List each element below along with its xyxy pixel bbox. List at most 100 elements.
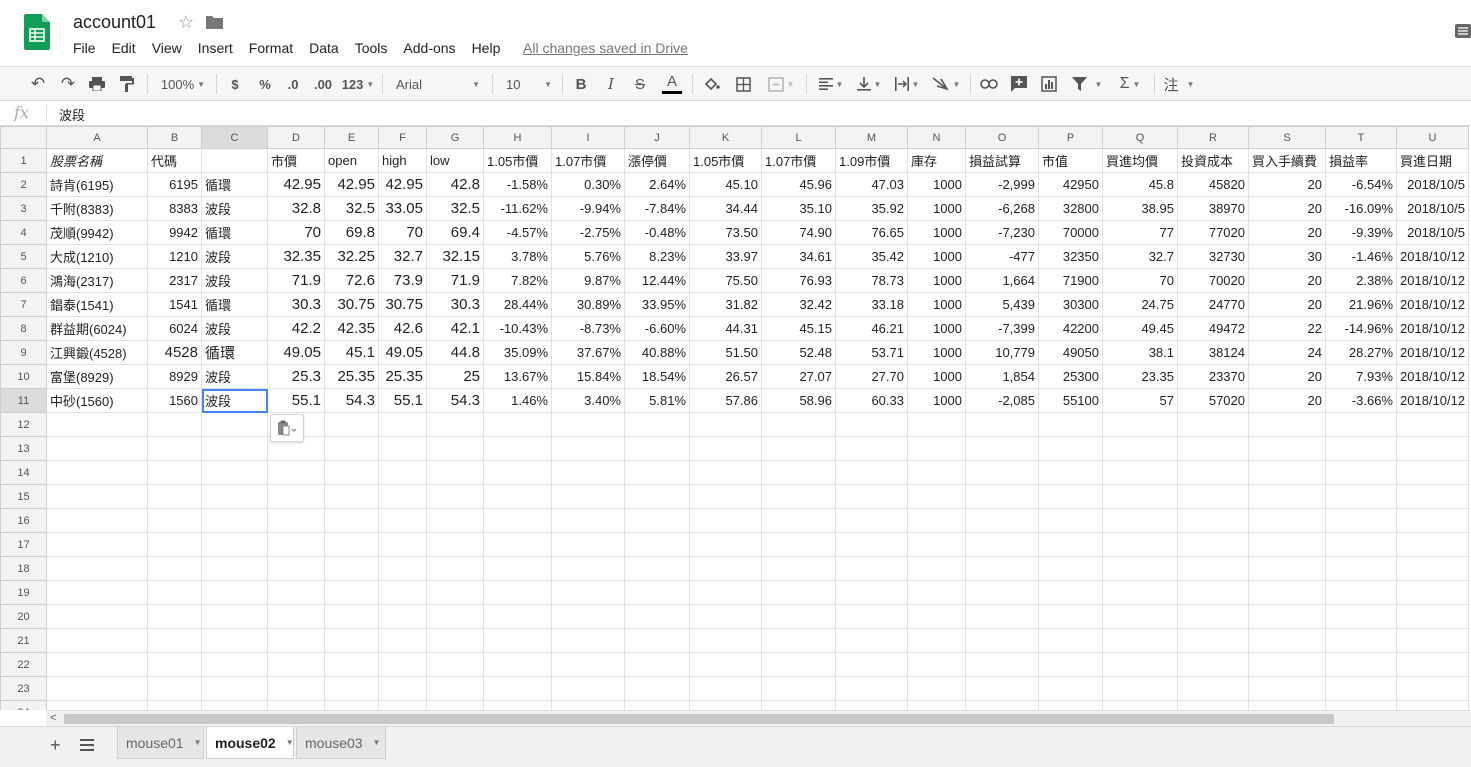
functions-icon[interactable]: Σ ▼ [1112, 67, 1148, 101]
empty-cell[interactable] [551, 676, 625, 701]
empty-cell[interactable] [965, 436, 1039, 461]
empty-cell[interactable] [483, 412, 552, 437]
data-cell[interactable]: 32.5 [324, 196, 379, 221]
empty-cell[interactable] [147, 412, 202, 437]
data-cell[interactable]: 1000 [907, 268, 966, 293]
header-cell[interactable]: 買入手續費 [1248, 148, 1326, 173]
empty-cell[interactable] [1248, 460, 1326, 485]
empty-cell[interactable] [1102, 412, 1178, 437]
empty-cell[interactable] [551, 436, 625, 461]
data-cell[interactable]: 69.4 [426, 220, 484, 245]
save-status[interactable]: All changes saved in Drive [523, 40, 688, 56]
data-cell[interactable]: 71.9 [426, 268, 484, 293]
empty-cell[interactable] [689, 412, 762, 437]
empty-cell[interactable] [1396, 460, 1469, 485]
empty-cell[interactable] [267, 604, 325, 629]
empty-cell[interactable] [483, 556, 552, 581]
data-cell[interactable]: 30.75 [324, 292, 379, 317]
empty-cell[interactable] [835, 700, 908, 710]
empty-cell[interactable] [1102, 700, 1178, 710]
data-cell[interactable]: 31.82 [689, 292, 762, 317]
empty-cell[interactable] [835, 508, 908, 533]
row-header-7[interactable]: 7 [0, 292, 47, 317]
data-cell[interactable]: 73.9 [378, 268, 427, 293]
empty-cell[interactable] [426, 700, 484, 710]
empty-cell[interactable] [1038, 412, 1103, 437]
data-cell[interactable]: 78.73 [835, 268, 908, 293]
data-cell[interactable]: -6,268 [965, 196, 1039, 221]
column-header-j[interactable]: J [624, 126, 690, 149]
data-cell[interactable]: 8383 [147, 196, 202, 221]
italic-button[interactable]: I [602, 67, 620, 101]
insert-chart-icon[interactable] [1038, 67, 1060, 101]
data-cell[interactable]: 32800 [1038, 196, 1103, 221]
empty-cell[interactable] [1325, 676, 1397, 701]
header-cell[interactable]: 1.05市價 [483, 148, 552, 173]
empty-cell[interactable] [46, 652, 148, 677]
add-sheet-icon[interactable]: + [50, 735, 61, 756]
empty-cell[interactable] [147, 700, 202, 710]
empty-cell[interactable] [1396, 508, 1469, 533]
empty-cell[interactable] [965, 412, 1039, 437]
empty-cell[interactable] [1038, 628, 1103, 653]
empty-cell[interactable] [46, 508, 148, 533]
data-cell[interactable]: 22 [1248, 316, 1326, 341]
data-cell[interactable]: 7.82% [483, 268, 552, 293]
empty-cell[interactable] [324, 676, 379, 701]
empty-cell[interactable] [1396, 436, 1469, 461]
data-cell[interactable]: 57020 [1177, 388, 1249, 413]
data-cell[interactable]: 49.05 [267, 340, 325, 365]
empty-cell[interactable] [1325, 532, 1397, 557]
empty-cell[interactable] [1325, 460, 1397, 485]
empty-cell[interactable] [1396, 676, 1469, 701]
empty-cell[interactable] [624, 604, 690, 629]
header-cell[interactable]: 1.09市價 [835, 148, 908, 173]
empty-cell[interactable] [761, 700, 836, 710]
empty-cell[interactable] [1325, 604, 1397, 629]
select-all-corner[interactable] [0, 126, 47, 149]
data-cell[interactable]: 44.31 [689, 316, 762, 341]
empty-cell[interactable] [1396, 652, 1469, 677]
empty-cell[interactable] [689, 580, 762, 605]
empty-cell[interactable] [147, 556, 202, 581]
data-cell[interactable]: 32.35 [267, 244, 325, 269]
empty-cell[interactable] [551, 580, 625, 605]
empty-cell[interactable] [378, 652, 427, 677]
data-cell[interactable]: -3.66% [1325, 388, 1397, 413]
column-header-d[interactable]: D [267, 126, 325, 149]
row-header-15[interactable]: 15 [0, 484, 47, 509]
empty-cell[interactable] [267, 508, 325, 533]
data-cell[interactable]: -16.09% [1325, 196, 1397, 221]
empty-cell[interactable] [624, 460, 690, 485]
data-cell[interactable]: 60.33 [835, 388, 908, 413]
data-cell[interactable]: 42.95 [324, 172, 379, 197]
row-header-24[interactable]: 24 [0, 700, 47, 710]
row-header-23[interactable]: 23 [0, 676, 47, 701]
empty-cell[interactable] [907, 676, 966, 701]
empty-cell[interactable] [835, 628, 908, 653]
empty-cell[interactable] [965, 556, 1039, 581]
data-cell[interactable]: 45.1 [324, 340, 379, 365]
empty-cell[interactable] [624, 508, 690, 533]
data-cell[interactable]: -9.94% [551, 196, 625, 221]
empty-cell[interactable] [689, 484, 762, 509]
redo-icon[interactable]: ↷ [58, 67, 78, 101]
empty-cell[interactable] [689, 700, 762, 710]
row-header-9[interactable]: 9 [0, 340, 47, 365]
empty-cell[interactable] [835, 460, 908, 485]
document-title[interactable]: account01 [73, 12, 156, 33]
empty-cell[interactable] [1177, 604, 1249, 629]
empty-cell[interactable] [324, 628, 379, 653]
data-cell[interactable]: 57.86 [689, 388, 762, 413]
empty-cell[interactable] [483, 532, 552, 557]
data-cell[interactable]: 42200 [1038, 316, 1103, 341]
data-cell[interactable]: -2,999 [965, 172, 1039, 197]
data-cell[interactable]: 2317 [147, 268, 202, 293]
empty-cell[interactable] [426, 532, 484, 557]
column-header-c[interactable]: C [201, 126, 268, 149]
sheet-tab-mouse02[interactable]: mouse02 ▼ [206, 727, 294, 759]
empty-cell[interactable] [965, 604, 1039, 629]
paint-format-icon[interactable] [117, 67, 137, 101]
row-header-13[interactable]: 13 [0, 436, 47, 461]
empty-cell[interactable] [426, 580, 484, 605]
